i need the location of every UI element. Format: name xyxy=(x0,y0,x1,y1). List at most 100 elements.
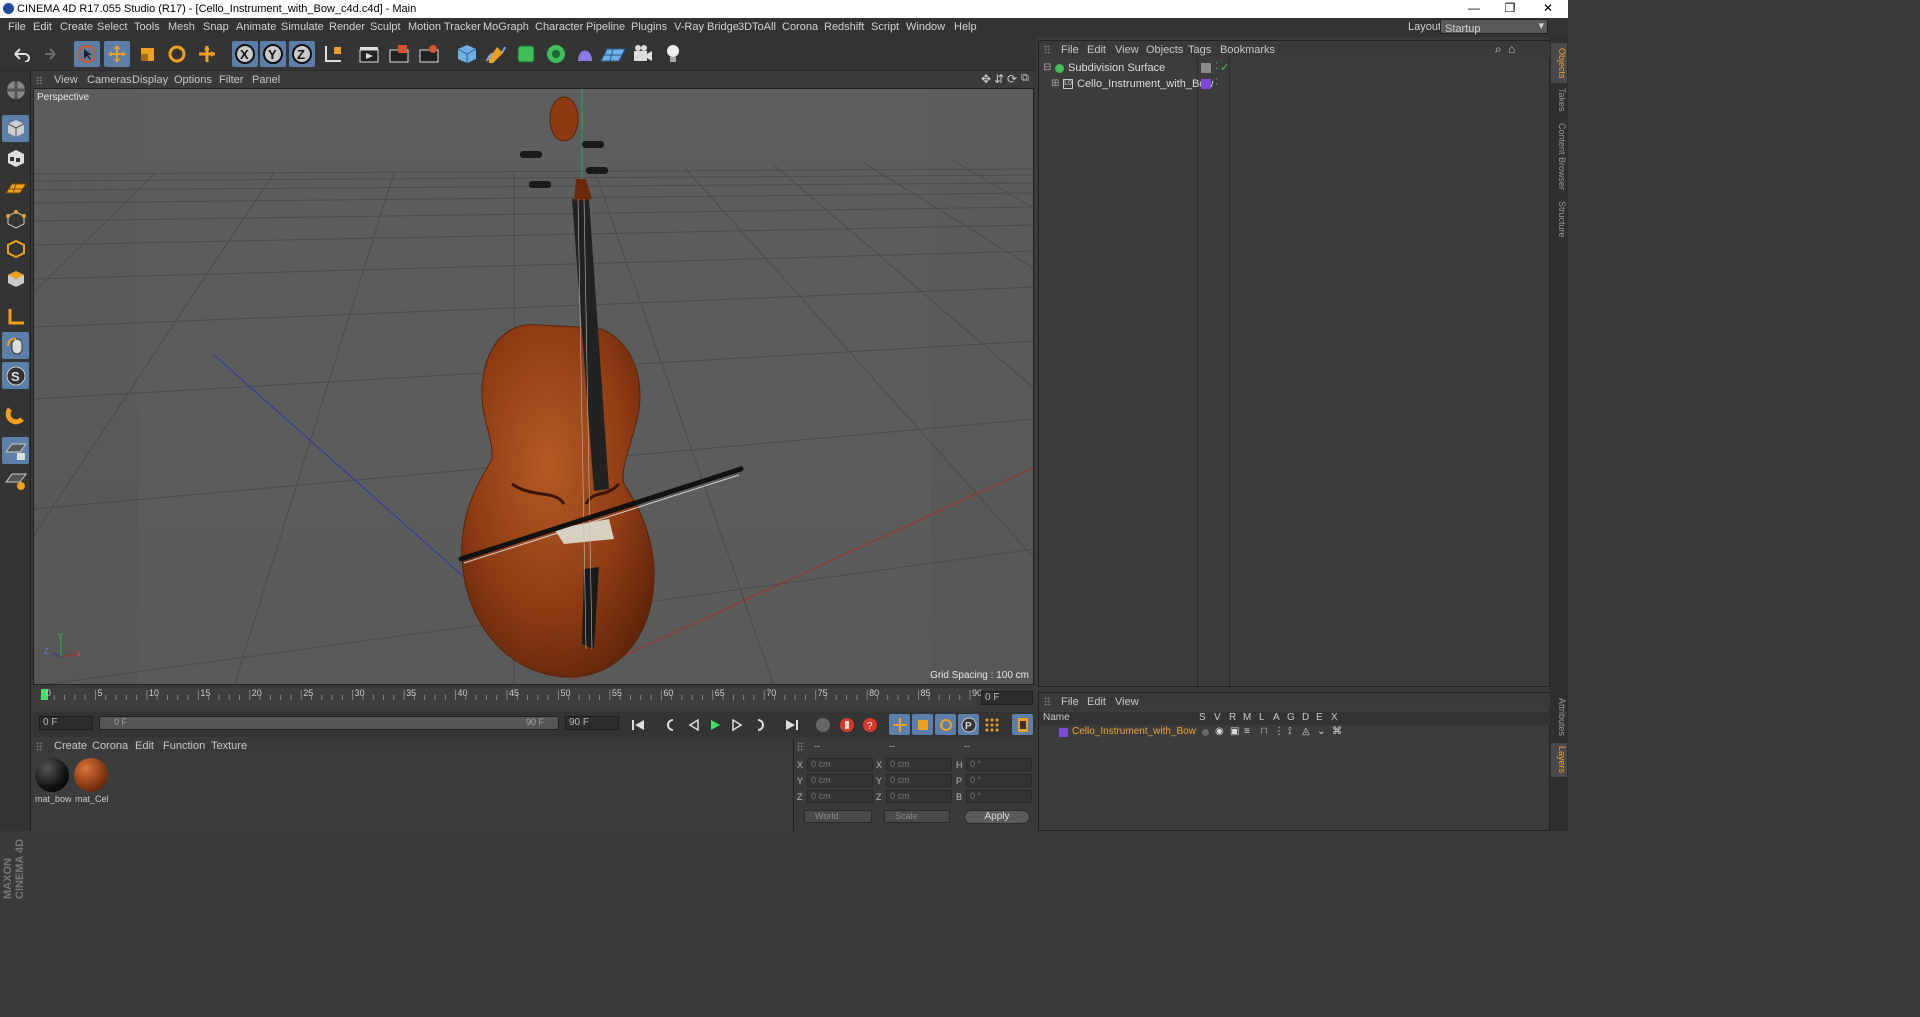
record-keys-disabled-button[interactable] xyxy=(812,714,833,735)
object-menu-objects[interactable]: Objects xyxy=(1146,44,1183,56)
material-swatch-bow[interactable] xyxy=(35,758,69,792)
object-row-cello[interactable]: ⊞ L0 Cello_Instrument_with_Bow ⁚ xyxy=(1039,77,1551,93)
menu-select[interactable]: Select xyxy=(97,21,128,33)
add-subdivision-button[interactable] xyxy=(513,41,539,67)
workplane-lock-button[interactable] xyxy=(2,437,29,464)
menu-vray-bridge[interactable]: V-Ray Bridge xyxy=(674,21,739,33)
x-axis-lock-button[interactable]: X xyxy=(232,41,258,67)
layer-col-render[interactable]: R xyxy=(1229,712,1236,723)
close-button[interactable]: ✕ xyxy=(1530,0,1566,18)
axis-mode-button[interactable] xyxy=(2,303,29,330)
add-cube-button[interactable] xyxy=(454,41,480,67)
tab-content-browser[interactable]: Content Browser xyxy=(1551,119,1567,195)
timeline-window-button[interactable] xyxy=(1012,714,1033,735)
manager-icon[interactable]: ≡ xyxy=(1244,726,1250,737)
tab-layers[interactable]: Layers xyxy=(1551,743,1567,777)
layer-col-locked[interactable]: L xyxy=(1259,712,1265,723)
tab-objects[interactable]: Objects xyxy=(1551,43,1567,83)
redo-button[interactable] xyxy=(36,41,62,67)
render-region-button[interactable] xyxy=(386,41,412,67)
lock-icon[interactable]: ⊓ xyxy=(1260,726,1268,737)
coord-value-field[interactable]: 0 ° xyxy=(966,790,1032,803)
add-deformer-button[interactable] xyxy=(572,41,598,67)
coord-value-field[interactable]: 0 cm xyxy=(807,790,873,803)
next-key-button[interactable] xyxy=(750,714,771,735)
animation-icon[interactable]: ⋮ xyxy=(1274,726,1284,737)
snapping-button[interactable] xyxy=(2,400,29,427)
menu-simulate[interactable]: Simulate xyxy=(281,21,324,33)
deformer-icon[interactable]: ◬ xyxy=(1302,726,1310,737)
coord-value-field[interactable]: 0 cm xyxy=(886,774,952,787)
material-menu-corona[interactable]: Corona xyxy=(92,740,128,752)
rotate-tool-button[interactable] xyxy=(164,41,190,67)
layer-col-deformers[interactable]: D xyxy=(1302,712,1309,723)
add-camera-button[interactable] xyxy=(630,41,656,67)
layer-tag-icon[interactable] xyxy=(1201,63,1211,73)
tab-structure[interactable]: Structure xyxy=(1551,197,1567,241)
viewport-menu-display[interactable]: Display xyxy=(132,74,168,86)
key-scale-button[interactable] xyxy=(912,714,933,735)
tab-takes[interactable]: Takes xyxy=(1551,85,1567,115)
search-icon[interactable]: ⌕ xyxy=(1495,42,1502,57)
edges-mode-button[interactable] xyxy=(2,235,29,262)
make-editable-button[interactable] xyxy=(2,76,29,103)
menu-pipeline[interactable]: Pipeline xyxy=(586,21,625,33)
menu-character[interactable]: Character xyxy=(535,21,583,33)
tweak-mode-button[interactable] xyxy=(2,332,29,359)
layer-col-solo[interactable]: S xyxy=(1199,712,1206,723)
object-menu-edit[interactable]: Edit xyxy=(1087,44,1106,56)
previous-frame-button[interactable] xyxy=(682,714,703,735)
object-menu-bookmarks[interactable]: Bookmarks xyxy=(1220,44,1275,56)
coord-value-field[interactable]: 0 ° xyxy=(966,758,1032,771)
material-menu-edit[interactable]: Edit xyxy=(135,740,154,752)
coord-value-field[interactable]: 0 cm xyxy=(886,758,952,771)
key-pla-button[interactable] xyxy=(981,714,1002,735)
live-selection-button[interactable] xyxy=(74,41,100,67)
scale-tool-button[interactable] xyxy=(134,41,160,67)
menu-tools[interactable]: Tools xyxy=(134,21,160,33)
visibility-dots-icon[interactable]: ⁚ xyxy=(1215,61,1218,72)
coord-value-field[interactable]: 0 cm xyxy=(807,758,873,771)
menu-help[interactable]: Help xyxy=(954,21,977,33)
object-menu-file[interactable]: File xyxy=(1061,44,1079,56)
object-menu-tags[interactable]: Tags xyxy=(1188,44,1211,56)
coord-value-field[interactable]: 0 cm xyxy=(886,790,952,803)
menu-render[interactable]: Render xyxy=(329,21,365,33)
viewport-menu-options[interactable]: Options xyxy=(174,74,212,86)
menu-window[interactable]: Window xyxy=(906,21,945,33)
layer-col-animation[interactable]: A xyxy=(1273,712,1280,723)
material-menu-texture[interactable]: Texture xyxy=(211,740,247,752)
object-row-subdivision[interactable]: ⊟ Subdivision Surface ⁚ ✓ xyxy=(1039,61,1551,77)
previous-key-button[interactable] xyxy=(659,714,680,735)
apply-button[interactable]: Apply xyxy=(964,810,1030,824)
autokey-button[interactable]: ? xyxy=(859,714,880,735)
menu-corona[interactable]: Corona xyxy=(782,21,818,33)
coordinate-mode-dropdown[interactable]: Scale xyxy=(884,810,950,823)
material-swatch-cello[interactable] xyxy=(74,758,108,792)
tab-attributes[interactable]: Attributes xyxy=(1551,695,1567,739)
menu-script[interactable]: Script xyxy=(871,21,899,33)
viewport-menu-filter[interactable]: Filter xyxy=(219,74,243,86)
viewport-menu-panel[interactable]: Panel xyxy=(252,74,280,86)
menu-sculpt[interactable]: Sculpt xyxy=(370,21,401,33)
pan-view-icon[interactable]: ✥ xyxy=(981,72,991,86)
key-parameter-button[interactable]: P xyxy=(958,714,979,735)
undo-button[interactable] xyxy=(8,41,34,67)
layer-col-view[interactable]: V xyxy=(1214,712,1221,723)
generator-icon[interactable]: ⟟ xyxy=(1288,726,1292,737)
frame-range-slider[interactable]: 0 F 90 F xyxy=(99,716,559,730)
coord-value-field[interactable]: 0 cm xyxy=(807,774,873,787)
eye-icon[interactable]: ◉ xyxy=(1215,726,1224,737)
workplane-align-button[interactable] xyxy=(2,467,29,494)
add-spline-button[interactable] xyxy=(483,41,509,67)
layer-menu-view[interactable]: View xyxy=(1115,696,1139,708)
coord-value-field[interactable]: 0 ° xyxy=(966,774,1032,787)
add-light-button[interactable] xyxy=(660,41,686,67)
record-active-button[interactable] xyxy=(836,714,857,735)
menu-animate[interactable]: Animate xyxy=(236,21,276,33)
key-position-button[interactable] xyxy=(889,714,910,735)
material-menu-create[interactable]: Create xyxy=(54,740,87,752)
layer-color-icon[interactable] xyxy=(1201,79,1211,89)
layer-menu-file[interactable]: File xyxy=(1061,696,1079,708)
coordinate-space-dropdown[interactable]: World xyxy=(804,810,872,823)
